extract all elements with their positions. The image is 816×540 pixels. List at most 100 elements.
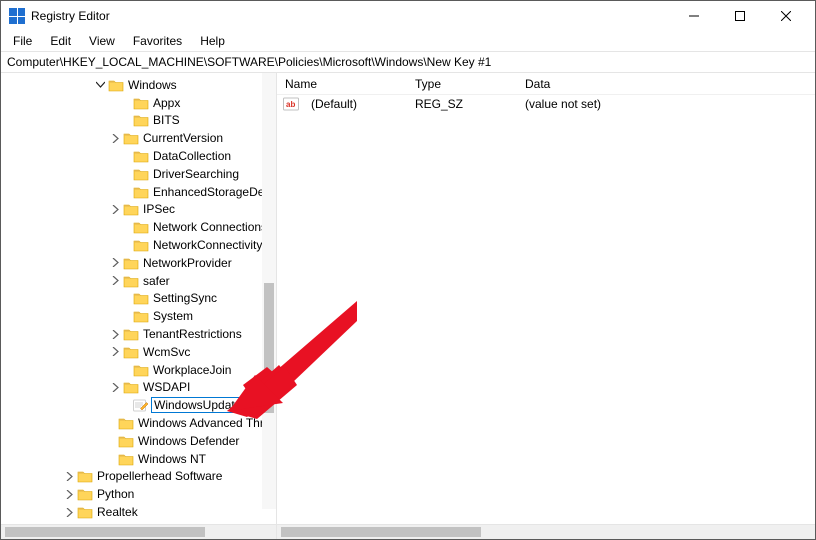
app-icon xyxy=(9,8,25,24)
chevron-right-icon[interactable] xyxy=(109,257,121,269)
tree-item-label: DataCollection xyxy=(153,149,231,163)
folder-icon xyxy=(123,274,139,288)
tree-item-label: Windows Advanced Threat xyxy=(138,416,276,430)
value-list-pane: Name Type Data (Default)REG_SZ(value not… xyxy=(277,73,815,539)
tree-item-label[interactable]: WindowsUpdate xyxy=(151,397,244,413)
tree-item[interactable]: Network Connections xyxy=(1,218,276,236)
tree-item[interactable]: WSDAPI xyxy=(1,379,276,397)
list-horizontal-scrollbar[interactable] xyxy=(277,524,815,539)
tree-item-label: WcmSvc xyxy=(143,345,190,359)
tree-item[interactable]: Windows Defender xyxy=(1,432,276,450)
tree-item[interactable]: CurrentVersion xyxy=(1,129,276,147)
menu-edit[interactable]: Edit xyxy=(42,33,79,49)
folder-icon xyxy=(133,309,149,323)
tree-item-label: TenantRestrictions xyxy=(143,327,242,341)
chevron-right-icon[interactable] xyxy=(109,328,121,340)
tree-item-label: WorkplaceJoin xyxy=(153,363,231,377)
tree-item[interactable]: System xyxy=(1,307,276,325)
close-button[interactable] xyxy=(763,1,809,31)
tree-item-label: Windows Defender xyxy=(138,434,239,448)
menu-help[interactable]: Help xyxy=(192,33,233,49)
column-type[interactable]: Type xyxy=(407,77,517,91)
tree-item[interactable]: NetworkProvider xyxy=(1,254,276,272)
tree-item[interactable]: Realtek xyxy=(1,503,276,521)
titlebar: Registry Editor xyxy=(1,1,815,31)
address-path: Computer\HKEY_LOCAL_MACHINE\SOFTWARE\Pol… xyxy=(7,55,491,69)
tree-item-label: IPSec xyxy=(143,202,175,216)
tree-item[interactable]: Appx xyxy=(1,94,276,112)
chevron-right-icon[interactable] xyxy=(109,203,121,215)
tree-vertical-scrollbar[interactable] xyxy=(262,73,276,509)
folder-icon xyxy=(133,167,149,181)
minimize-button[interactable] xyxy=(671,1,717,31)
expander-placeholder xyxy=(119,97,131,109)
expander-placeholder xyxy=(119,310,131,322)
chevron-right-icon[interactable] xyxy=(109,132,121,144)
expander-placeholder xyxy=(119,364,131,376)
tree-item[interactable]: WorkplaceJoin xyxy=(1,361,276,379)
column-data[interactable]: Data xyxy=(517,77,815,91)
expander-placeholder xyxy=(119,186,131,198)
folder-icon xyxy=(123,131,139,145)
tree-item-label: Network Connections xyxy=(153,220,267,234)
tree-item[interactable]: NetworkConnectivityStatus xyxy=(1,236,276,254)
tree-item-label: safer xyxy=(143,274,170,288)
folder-icon xyxy=(118,434,134,448)
column-name[interactable]: Name xyxy=(277,77,407,91)
chevron-right-icon[interactable] xyxy=(63,470,75,482)
folder-icon xyxy=(133,238,149,252)
tree-horizontal-scrollbar[interactable] xyxy=(1,524,276,539)
menu-view[interactable]: View xyxy=(81,33,123,49)
chevron-right-icon[interactable] xyxy=(109,275,121,287)
tree-item[interactable]: DataCollection xyxy=(1,147,276,165)
tree-item[interactable]: Propellerhead Software xyxy=(1,468,276,486)
folder-icon xyxy=(77,469,93,483)
addressbar[interactable]: Computer\HKEY_LOCAL_MACHINE\SOFTWARE\Pol… xyxy=(1,51,815,73)
tree-item[interactable]: EnhancedStorageDevices xyxy=(1,183,276,201)
tree-item[interactable]: WcmSvc xyxy=(1,343,276,361)
chevron-right-icon[interactable] xyxy=(109,346,121,358)
tree-item-label: Propellerhead Software xyxy=(97,469,222,483)
tree-item[interactable]: SettingSync xyxy=(1,290,276,308)
value-type: REG_SZ xyxy=(407,97,517,111)
maximize-button[interactable] xyxy=(717,1,763,31)
folder-icon xyxy=(123,256,139,270)
tree-item[interactable]: BITS xyxy=(1,112,276,130)
chevron-down-icon[interactable] xyxy=(94,79,106,91)
tree-item[interactable]: Python xyxy=(1,485,276,503)
registry-editor-window: Registry Editor File Edit View Favorites… xyxy=(0,0,816,540)
chevron-right-icon[interactable] xyxy=(63,506,75,518)
tree-item-label: Appx xyxy=(153,96,180,110)
tree-item-label: EnhancedStorageDevices xyxy=(153,185,276,199)
tree-item[interactable]: Windows xyxy=(1,76,276,94)
tree-item[interactable]: safer xyxy=(1,272,276,290)
tree-item-label: Python xyxy=(97,487,134,501)
folder-icon xyxy=(77,487,93,501)
menu-file[interactable]: File xyxy=(5,33,40,49)
expander-placeholder xyxy=(119,221,131,233)
window-title: Registry Editor xyxy=(31,9,110,23)
folder-icon xyxy=(133,220,149,234)
new-key-icon xyxy=(133,398,149,412)
tree-item[interactable]: Windows Advanced Threat xyxy=(1,414,276,432)
folder-icon xyxy=(133,96,149,110)
tree-item[interactable]: DriverSearching xyxy=(1,165,276,183)
folder-icon xyxy=(133,291,149,305)
folder-icon xyxy=(77,505,93,519)
tree-item[interactable]: IPSec xyxy=(1,201,276,219)
tree-item[interactable]: WindowsUpdate xyxy=(1,396,276,414)
expander-placeholder xyxy=(119,150,131,162)
tree-item[interactable]: TenantRestrictions xyxy=(1,325,276,343)
value-row[interactable]: (Default)REG_SZ(value not set) xyxy=(277,95,815,113)
chevron-right-icon[interactable] xyxy=(63,488,75,500)
menu-favorites[interactable]: Favorites xyxy=(125,33,190,49)
expander-placeholder xyxy=(104,417,116,429)
tree-item[interactable]: Windows NT xyxy=(1,450,276,468)
tree-item-label: Realtek xyxy=(97,505,138,519)
menubar: File Edit View Favorites Help xyxy=(1,31,815,51)
folder-icon xyxy=(108,78,124,92)
chevron-right-icon[interactable] xyxy=(109,381,121,393)
expander-placeholder xyxy=(119,239,131,251)
tree-item-label: SettingSync xyxy=(153,291,217,305)
tree-item-label: WSDAPI xyxy=(143,380,190,394)
